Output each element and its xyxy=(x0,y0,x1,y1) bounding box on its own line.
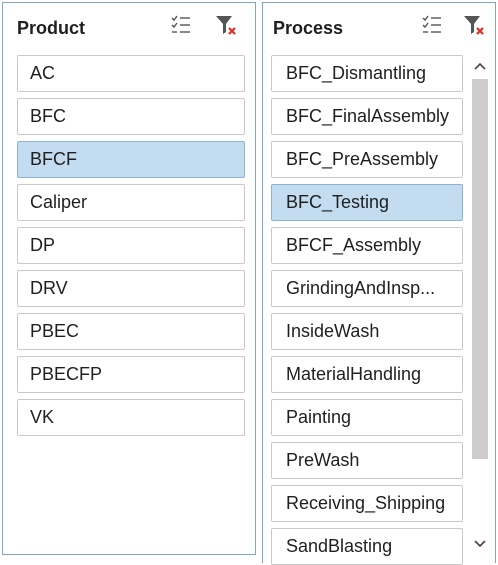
clear-filter-icon xyxy=(464,16,484,35)
product-slicer-item[interactable]: DP xyxy=(17,227,245,264)
multi-select-button[interactable] xyxy=(169,13,193,37)
process-slicer-item[interactable]: BFC_Dismantling xyxy=(271,55,463,92)
process-slicer-item[interactable]: MaterialHandling xyxy=(271,356,463,393)
process-slicer-item[interactable]: BFCF_Assembly xyxy=(271,227,463,264)
process-scrollbar[interactable] xyxy=(469,55,491,563)
clear-filter-icon xyxy=(216,16,236,35)
product-slicer-item[interactable]: PBEC xyxy=(17,313,245,350)
product-slicer-item[interactable]: AC xyxy=(17,55,245,92)
product-slicer-item[interactable]: BFCF xyxy=(17,141,245,178)
product-slicer-item[interactable]: PBECFP xyxy=(17,356,245,393)
product-slicer-item[interactable]: DRV xyxy=(17,270,245,307)
process-slicer-item[interactable]: PreWash xyxy=(271,442,463,479)
scrollbar-thumb[interactable] xyxy=(472,79,488,459)
process-slicer-title: Process xyxy=(273,18,344,38)
process-slicer-item[interactable]: Receiving_Shipping xyxy=(271,485,463,522)
process-slicer-item[interactable]: BFC_Testing xyxy=(271,184,463,221)
clear-filter-button[interactable] xyxy=(214,13,238,37)
multi-select-icon xyxy=(422,15,441,33)
process-slicer-item[interactable]: Painting xyxy=(271,399,463,436)
scroll-down-button[interactable] xyxy=(469,533,491,555)
chevron-up-icon xyxy=(474,62,486,70)
process-slicer-item[interactable]: BFC_PreAssembly xyxy=(271,141,463,178)
process-slicer-item[interactable]: InsideWash xyxy=(271,313,463,350)
process-slicer-item[interactable]: GrindingAndInsp... xyxy=(271,270,463,307)
multi-select-icon xyxy=(171,15,190,33)
chevron-down-icon xyxy=(474,540,486,548)
product-slicer: Product AC BFC BFCF Caliper DP DRV PBEC PBECFP V… xyxy=(2,2,256,555)
scroll-up-button[interactable] xyxy=(469,55,491,77)
process-slicer-item[interactable]: SandBlasting xyxy=(271,528,463,565)
product-slicer-title: Product xyxy=(17,18,86,38)
product-slicer-item[interactable]: BFC xyxy=(17,98,245,135)
product-slicer-item[interactable]: VK xyxy=(17,399,245,436)
clear-filter-button[interactable] xyxy=(462,13,486,37)
multi-select-button[interactable] xyxy=(420,13,444,37)
process-slicer: Process BFC_Dismantling BFC_FinalAssembly… xyxy=(262,2,496,565)
process-slicer-item[interactable]: BFC_FinalAssembly xyxy=(271,98,463,135)
product-slicer-item[interactable]: Caliper xyxy=(17,184,245,221)
